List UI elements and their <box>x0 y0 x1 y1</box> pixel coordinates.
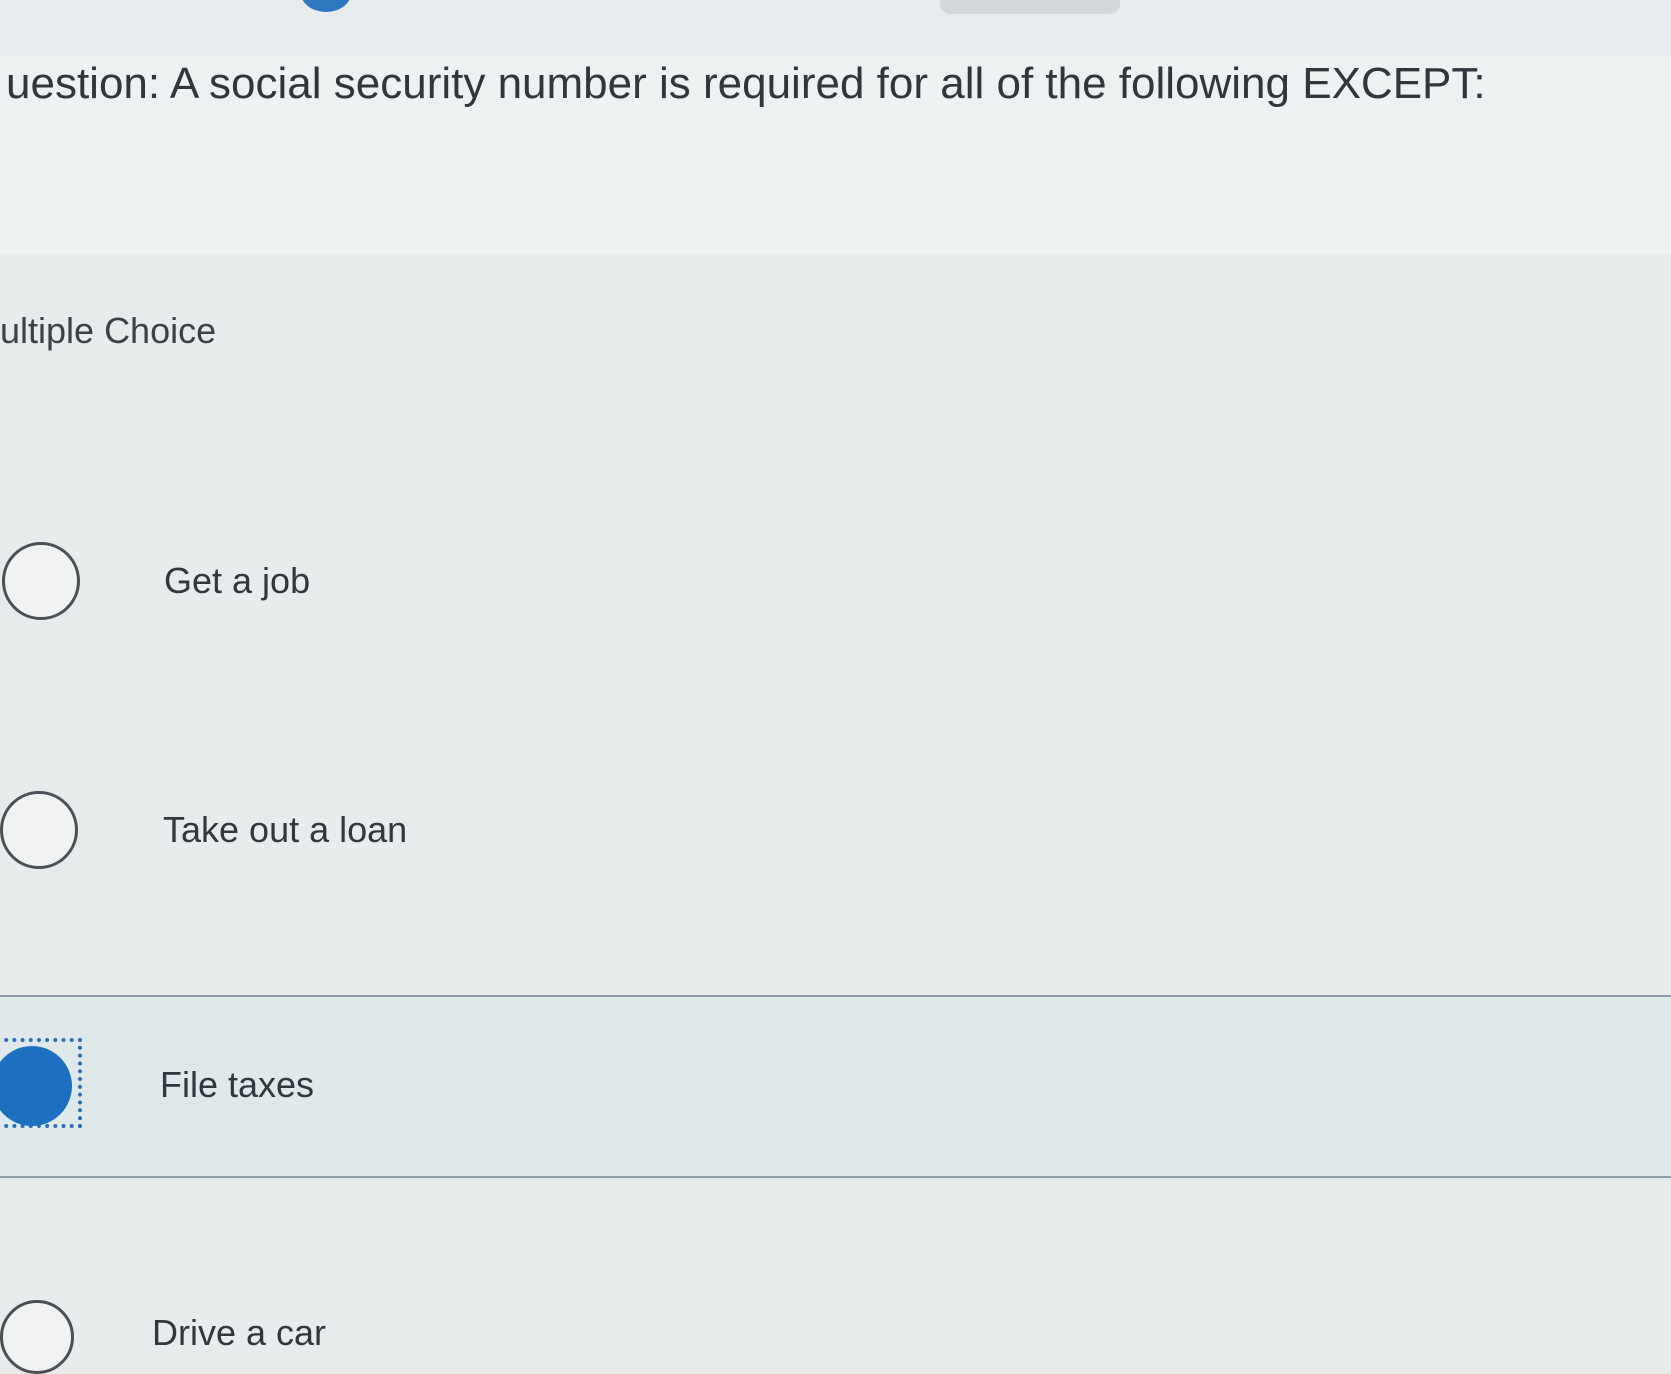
choice-take-out-a-loan[interactable]: Take out a loan <box>0 785 1671 885</box>
top-partial-button[interactable] <box>300 0 352 12</box>
question-text: uestion: A social security number is req… <box>6 59 1486 108</box>
radio-button-unselected[interactable] <box>0 791 78 869</box>
choice-label: Get a job <box>164 560 311 601</box>
choice-label: File taxes <box>160 1064 315 1105</box>
question-area: uestion: A social security number is req… <box>0 55 1671 255</box>
question-type-label: ultiple Choice <box>0 310 217 351</box>
choice-get-a-job[interactable]: Get a job <box>0 530 1671 630</box>
radio-button-unselected[interactable] <box>2 542 80 620</box>
top-partial-tab[interactable] <box>940 0 1120 14</box>
radio-button-unselected[interactable] <box>0 1300 74 1374</box>
choice-label-drive-a-car[interactable]: Drive a car <box>152 1312 326 1354</box>
choice-label: Take out a loan <box>163 809 408 850</box>
previous-content-strip <box>0 0 1671 55</box>
choice-file-taxes[interactable]: File taxes <box>0 1040 1671 1140</box>
